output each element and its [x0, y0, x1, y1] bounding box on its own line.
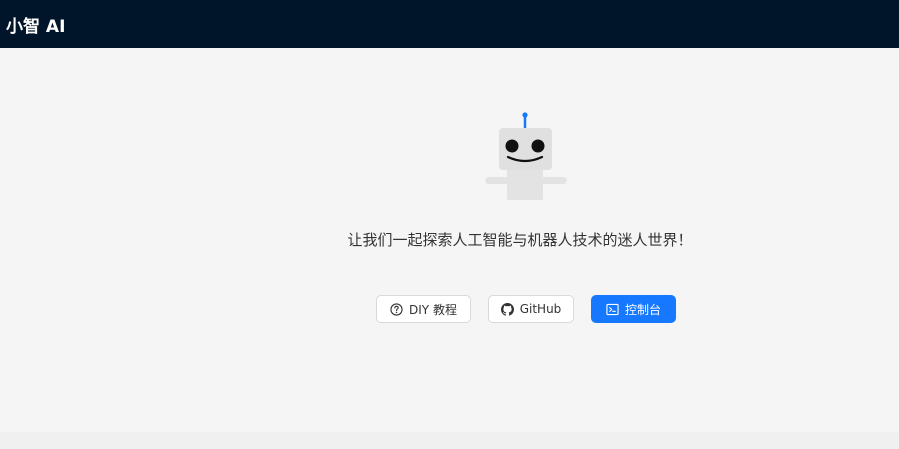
- page-footer: [0, 432, 899, 449]
- terminal-icon: [606, 303, 619, 315]
- console-button[interactable]: 控制台: [591, 295, 676, 323]
- github-icon: [500, 302, 514, 316]
- app-header: 小智 AI: [0, 0, 899, 48]
- console-label: 控制台: [624, 302, 661, 317]
- robot-icon: [485, 112, 567, 200]
- github-label: GitHub: [519, 302, 562, 316]
- app-logo[interactable]: 小智 AI: [6, 12, 65, 37]
- diy-tutorial-label: DIY 教程: [409, 302, 457, 317]
- question-circle-icon: [390, 302, 403, 316]
- diy-tutorial-button[interactable]: DIY 教程: [376, 295, 471, 323]
- hero-tagline: 让我们一起探索人工智能与机器人技术的迷人世界！: [347, 231, 693, 249]
- github-button[interactable]: GitHub: [488, 295, 574, 323]
